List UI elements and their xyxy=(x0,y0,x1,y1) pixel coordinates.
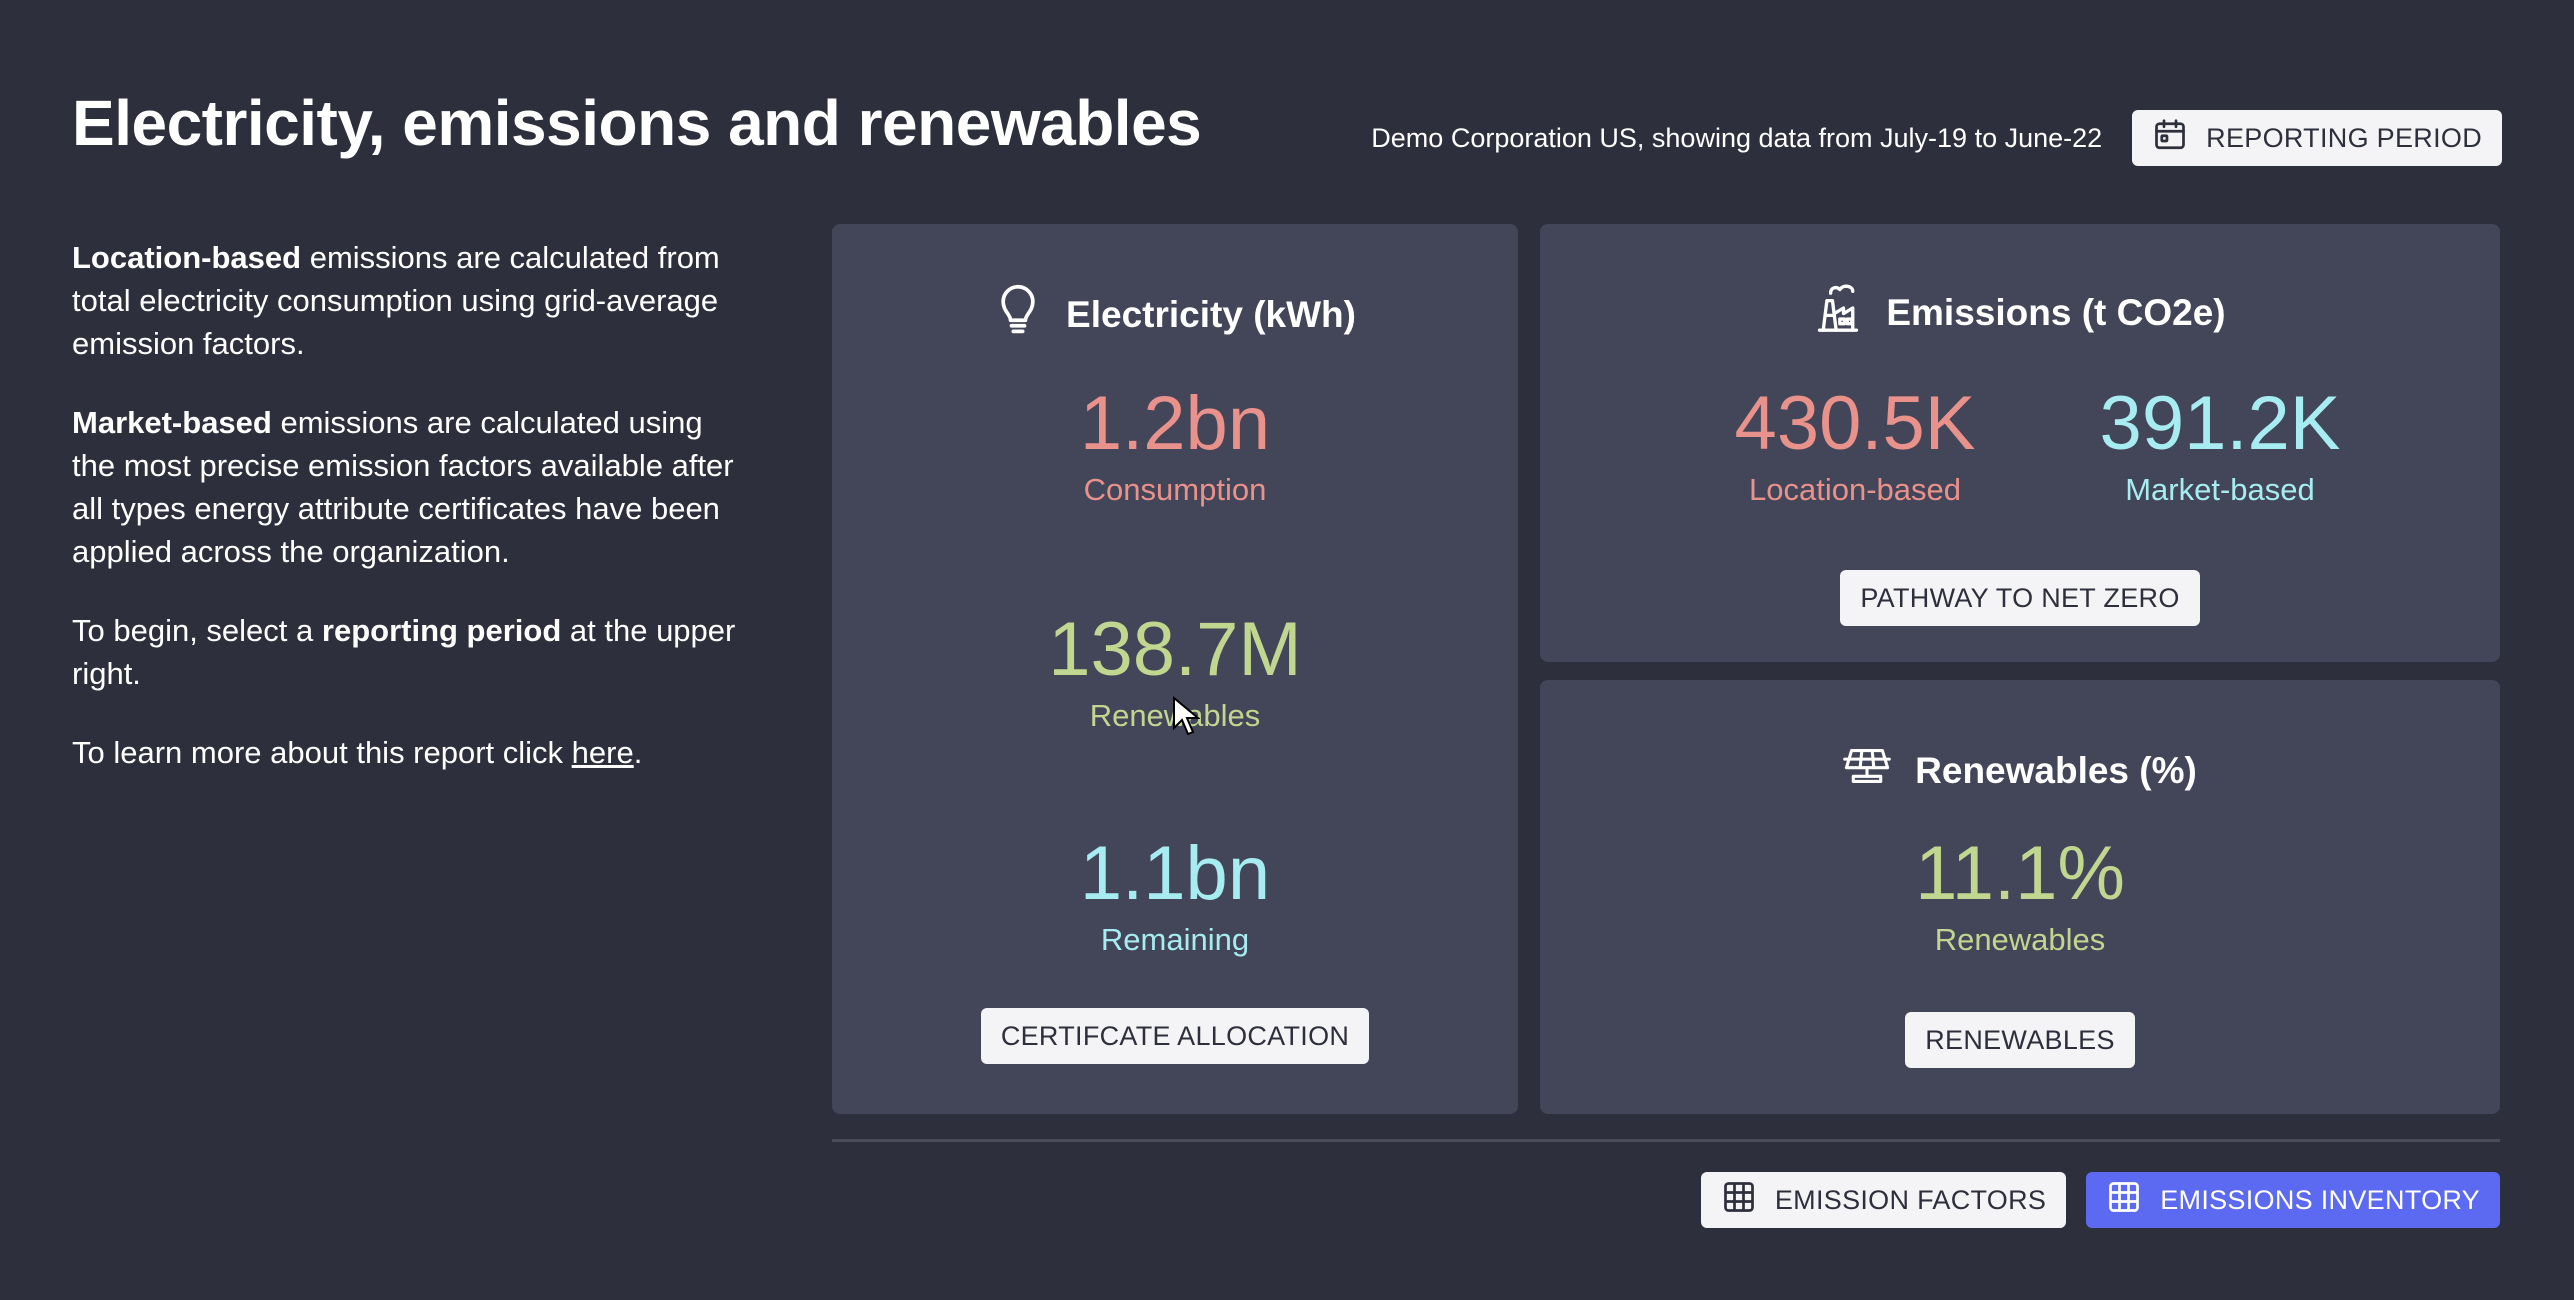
factory-icon xyxy=(1814,282,1862,343)
emissions-inventory-button[interactable]: EMISSIONS INVENTORY xyxy=(2086,1172,2500,1228)
emissions-card: Emissions (t CO2e) 430.5K Location-based… xyxy=(1540,224,2500,662)
intro-begin-pre: To begin, select a xyxy=(72,613,322,648)
intro-learn-post: . xyxy=(633,735,643,770)
table-grid-icon xyxy=(2106,1179,2142,1222)
intro-text: Location-based emissions are calculated … xyxy=(72,236,752,810)
emissions-card-header: Emissions (t CO2e) xyxy=(1540,282,2500,343)
emission-factors-button[interactable]: EMISSION FACTORS xyxy=(1700,1172,2067,1228)
solar-panel-icon xyxy=(1843,740,1891,801)
consumption-label: Consumption xyxy=(1083,472,1267,507)
renewables-button[interactable]: RENEWABLES xyxy=(1905,1012,2135,1068)
intro-learn-pre: To learn more about this report click xyxy=(72,735,572,770)
intro-paragraph-market: Market-based emissions are calculated us… xyxy=(72,401,752,573)
intro-market-bold: Market-based xyxy=(72,405,272,440)
market-based-value: 391.2K xyxy=(2099,381,2341,466)
remaining-value: 1.1bn xyxy=(1079,831,1271,916)
location-based-metric: 430.5K Location-based xyxy=(1710,384,2000,510)
electricity-card: Electricity (kWh) 1.2bn Consumption 138.… xyxy=(832,224,1518,1114)
intro-paragraph-learn: To learn more about this report click he… xyxy=(72,731,752,774)
emissions-inventory-label: EMISSIONS INVENTORY xyxy=(2160,1184,2480,1215)
market-based-label: Market-based xyxy=(2125,472,2315,507)
learn-more-link[interactable]: here xyxy=(572,735,634,770)
reporting-period-button[interactable]: REPORTING PERIOD xyxy=(2132,110,2502,166)
intro-begin-bold: reporting period xyxy=(321,613,562,648)
location-based-value: 430.5K xyxy=(1734,381,1976,466)
electricity-card-header: Electricity (kWh) xyxy=(832,284,1518,345)
intro-paragraph-begin: To begin, select a reporting period at t… xyxy=(72,609,752,695)
reporting-period-label: REPORTING PERIOD xyxy=(2206,122,2482,153)
footer-buttons: EMISSION FACTORS EMISSIONS INVENTORY xyxy=(1700,1172,2500,1228)
renewables-card-header: Renewables (%) xyxy=(1540,740,2500,801)
renewables-percent-metric: 11.1% Renewables xyxy=(1540,834,2500,960)
calendar-icon xyxy=(2152,117,2188,160)
consumption-value: 1.2bn xyxy=(1079,381,1271,466)
emissions-card-title: Emissions (t CO2e) xyxy=(1886,291,2226,333)
renewables-button-wrap: RENEWABLES xyxy=(1540,1012,2500,1068)
lightbulb-icon xyxy=(994,284,1042,345)
table-grid-icon xyxy=(1721,1179,1757,1222)
certificate-allocation-wrap: CERTIFCATE ALLOCATION xyxy=(832,1008,1518,1064)
renewables-card: Renewables (%) 11.1% Renewables RENEWABL… xyxy=(1540,680,2500,1114)
remaining-label: Remaining xyxy=(1100,922,1250,957)
electricity-card-title: Electricity (kWh) xyxy=(1066,293,1356,335)
location-based-label: Location-based xyxy=(1749,472,1961,507)
renewables-percent-label: Renewables xyxy=(1934,922,2106,957)
renewables-card-title: Renewables (%) xyxy=(1915,749,2197,791)
market-based-metric: 391.2K Market-based xyxy=(2075,384,2365,510)
renewables-percent-value: 11.1% xyxy=(1915,831,2125,916)
pathway-button-wrap: PATHWAY TO NET ZERO xyxy=(1540,570,2500,626)
mouse-cursor-icon xyxy=(1172,695,1201,736)
reporting-subtitle: Demo Corporation US, showing data from J… xyxy=(1371,122,2103,153)
page-title: Electricity, emissions and renewables xyxy=(72,87,1202,159)
renewables-kwh-value: 138.7M xyxy=(1048,607,1302,692)
intro-paragraph-location: Location-based emissions are calculated … xyxy=(72,236,752,365)
pathway-to-net-zero-button[interactable]: PATHWAY TO NET ZERO xyxy=(1840,570,2200,626)
header-right: Demo Corporation US, showing data from J… xyxy=(1371,110,2502,166)
intro-location-bold: Location-based xyxy=(72,240,302,275)
certificate-allocation-button[interactable]: CERTIFCATE ALLOCATION xyxy=(980,1008,1370,1064)
electricity-consumption-metric: 1.2bn Consumption xyxy=(832,384,1518,510)
electricity-remaining-metric: 1.1bn Remaining xyxy=(832,834,1518,960)
emission-factors-label: EMISSION FACTORS xyxy=(1774,1184,2047,1215)
footer-divider xyxy=(832,1139,2500,1142)
